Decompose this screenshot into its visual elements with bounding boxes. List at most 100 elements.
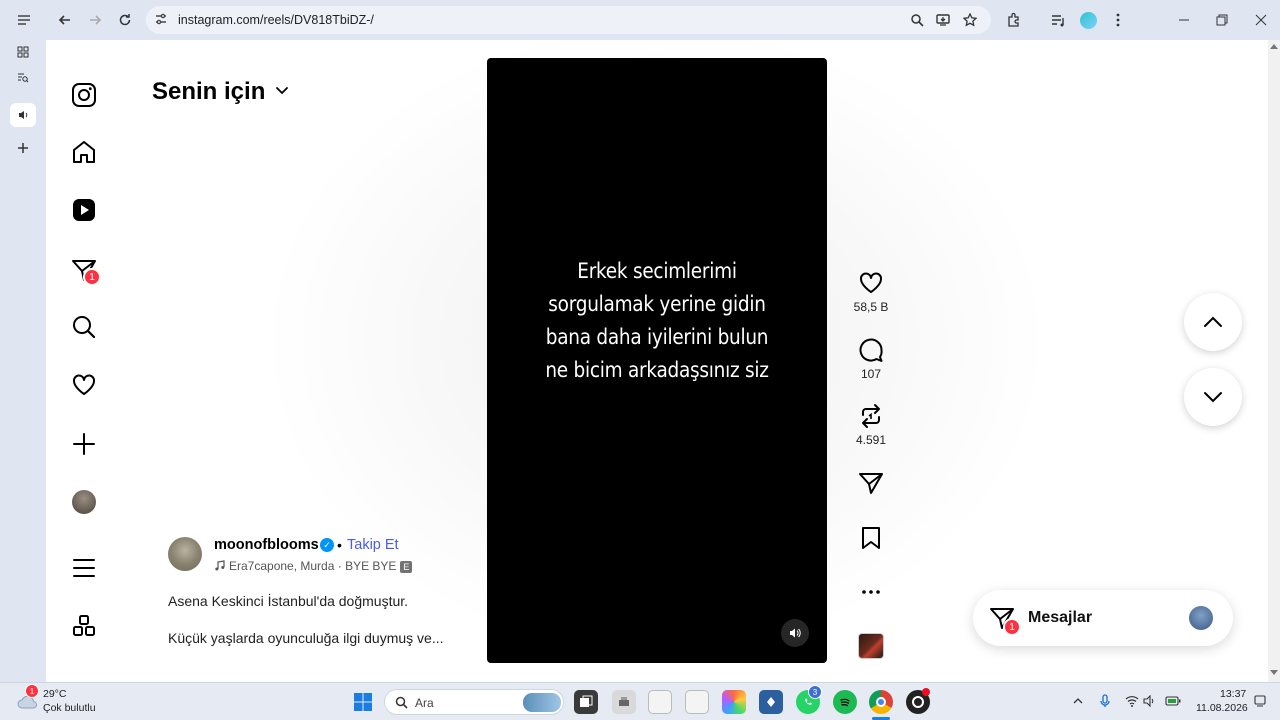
profile-avatar[interactable] <box>70 488 98 516</box>
weather-temperature[interactable]: 29°C <box>43 688 66 700</box>
more-menu-icon[interactable] <box>70 554 98 582</box>
more-options-action[interactable] <box>852 579 890 605</box>
home-icon[interactable] <box>70 138 98 166</box>
reload-icon[interactable] <box>113 8 137 32</box>
also-from-meta-icon[interactable] <box>70 612 98 640</box>
browser-menu-icon[interactable] <box>1106 8 1130 32</box>
browser-side-panel <box>0 40 46 682</box>
messages-launcher[interactable]: 1 Mesajlar <box>973 590 1233 646</box>
close-icon[interactable] <box>1249 8 1273 32</box>
bookmark-icon[interactable] <box>858 525 884 551</box>
page-scrollbar[interactable] <box>1268 40 1280 682</box>
feed-selector-title[interactable]: Senin için <box>152 78 265 106</box>
caption-line-more[interactable]: Küçük yaşlarda oyunculuğa ilgi duymuş ve… <box>168 630 443 646</box>
share-action[interactable] <box>852 470 890 496</box>
minimize-icon[interactable] <box>1172 8 1196 32</box>
repost-icon[interactable] <box>858 403 884 429</box>
apps-grid-icon[interactable] <box>10 40 36 64</box>
instagram-logo-icon[interactable] <box>70 81 98 109</box>
wifi-icon[interactable] <box>1124 693 1140 709</box>
tab-list-icon[interactable] <box>12 8 36 32</box>
audio-panel-icon[interactable] <box>10 103 36 127</box>
chevron-down-icon <box>1204 392 1222 403</box>
reading-search-icon[interactable] <box>10 66 36 90</box>
explicit-badge: E <box>400 561 413 573</box>
caption-line: Asena Keskinci İstanbul'da doğmuştur. <box>168 593 409 609</box>
speaker-icon <box>790 628 801 638</box>
chevron-down-icon[interactable] <box>274 82 290 98</box>
instagram-page: 1 Senin için Erkek secimlerimi sorgulama… <box>46 40 1268 682</box>
search-icon[interactable] <box>70 313 98 341</box>
chrome-icon[interactable] <box>869 690 893 714</box>
video-text-line: ne bicim arkadaşsınız siz <box>545 358 769 382</box>
music-note-icon <box>215 560 225 571</box>
comment-icon[interactable] <box>858 337 884 363</box>
address-bar[interactable]: instagram.com/reels/DV818TbiDZ-/ <box>146 6 991 34</box>
taskbar-search-box[interactable]: Ara <box>384 689 564 715</box>
search-placeholder: Ara <box>415 696 434 710</box>
solitaire-icon[interactable] <box>759 690 783 714</box>
like-count: 58,5 B <box>853 300 889 314</box>
reel-video[interactable]: Erkek secimlerimi sorgulamak yerine gidi… <box>487 58 827 663</box>
separator-dot: • <box>337 537 342 553</box>
video-overlay-text: Erkek secimlerimi sorgulamak yerine gidi… <box>507 255 806 387</box>
document-app-icon[interactable] <box>685 690 709 714</box>
reels-icon[interactable] <box>70 196 98 224</box>
microphone-icon[interactable] <box>1097 693 1113 709</box>
messages-contact-avatar <box>1189 606 1213 630</box>
mute-toggle-button[interactable] <box>781 619 809 647</box>
repost-action[interactable]: 4.591 <box>852 403 890 447</box>
like-action[interactable]: 58,5 B <box>852 270 890 314</box>
follow-button[interactable]: Takip Et <box>347 537 399 553</box>
clock-time[interactable]: 13:37 <box>1220 688 1246 700</box>
previous-reel-button[interactable] <box>1184 293 1242 351</box>
zoom-icon[interactable] <box>908 11 926 29</box>
battery-icon[interactable] <box>1165 693 1181 709</box>
back-icon[interactable] <box>53 8 77 32</box>
add-panel-icon[interactable] <box>10 136 36 160</box>
browser-toolbar: instagram.com/reels/DV818TbiDZ-/ <box>0 0 1280 40</box>
author-avatar[interactable] <box>168 537 202 571</box>
copilot-icon[interactable] <box>722 690 746 714</box>
install-app-icon[interactable] <box>934 11 952 29</box>
restore-icon[interactable] <box>1210 8 1234 32</box>
like-heart-icon[interactable] <box>858 270 884 296</box>
next-reel-button[interactable] <box>1184 368 1242 426</box>
scroll-up-icon[interactable] <box>1270 44 1278 49</box>
video-text-line: Erkek secimlerimi <box>577 259 737 283</box>
repost-count: 4.591 <box>855 433 887 447</box>
printer-app-icon[interactable] <box>612 690 636 714</box>
music-info[interactable]: Era7capone, Murda · BYE BYE E <box>214 559 413 573</box>
bookmark-star-icon[interactable] <box>961 11 979 29</box>
messages-count-badge: 1 <box>1003 618 1021 636</box>
comment-action[interactable]: 107 <box>852 337 890 381</box>
search-highlight-image <box>523 693 561 712</box>
notifications-heart-icon[interactable] <box>70 371 98 399</box>
clock-date[interactable]: 11.08.2026 <box>1196 702 1248 714</box>
audio-thumbnail[interactable] <box>858 633 884 659</box>
browser-profile-avatar[interactable] <box>1080 12 1097 29</box>
scroll-down-icon[interactable] <box>1270 670 1278 675</box>
extensions-icon[interactable] <box>1002 8 1026 32</box>
weather-description[interactable]: Çok bulutlu <box>43 702 96 714</box>
more-dots-icon[interactable] <box>858 579 884 605</box>
share-icon[interactable] <box>858 470 884 496</box>
save-action[interactable] <box>852 525 890 551</box>
music-track: Era7capone, Murda · BYE BYE <box>229 559 397 573</box>
task-view-icon[interactable] <box>574 690 598 714</box>
tray-expand-icon[interactable] <box>1070 693 1086 709</box>
volume-icon[interactable] <box>1142 693 1158 709</box>
verified-badge-icon: ✓ <box>320 538 334 552</box>
media-controls-icon[interactable] <box>1046 8 1070 32</box>
messages-badge: 1 <box>83 268 101 286</box>
spotify-icon[interactable] <box>833 690 857 714</box>
file-app-icon[interactable] <box>648 690 672 714</box>
messages-label: Mesajlar <box>1028 609 1093 626</box>
site-info-icon[interactable] <box>154 12 170 28</box>
notification-center-icon[interactable] <box>1252 693 1268 709</box>
forward-icon[interactable] <box>83 8 107 32</box>
windows-start-icon[interactable] <box>351 690 375 714</box>
author-username[interactable]: moonofblooms <box>214 537 319 553</box>
url-text[interactable]: instagram.com/reels/DV818TbiDZ-/ <box>178 13 374 27</box>
create-plus-icon[interactable] <box>70 430 98 458</box>
